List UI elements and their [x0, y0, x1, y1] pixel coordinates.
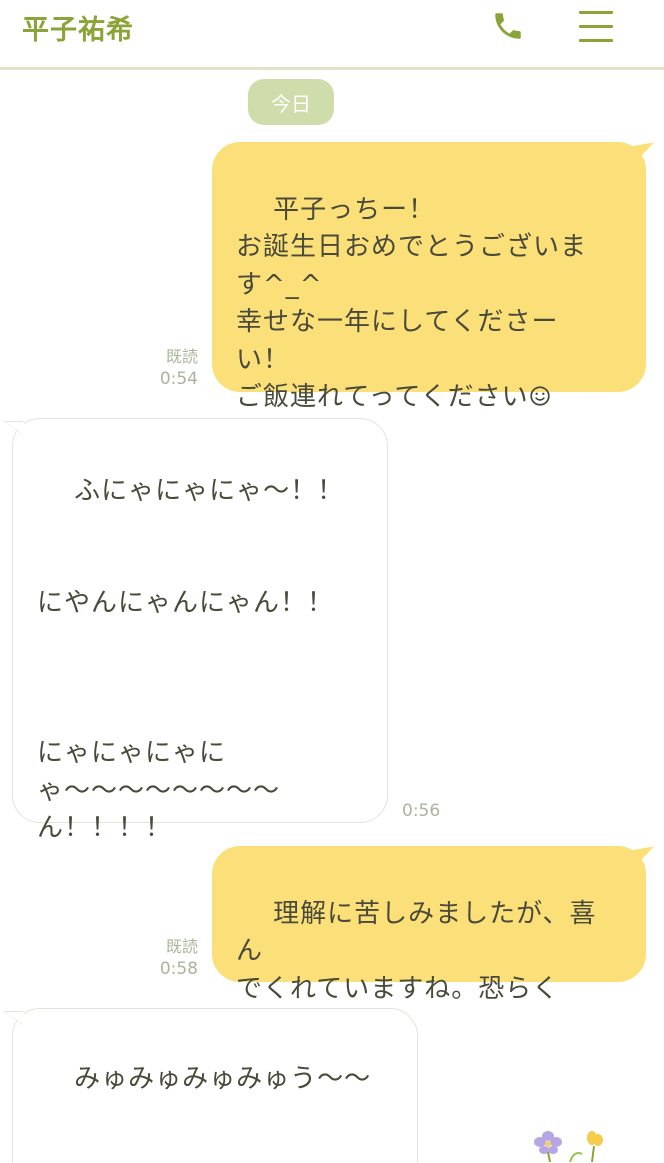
message-time: 0:54 — [159, 369, 198, 389]
read-status: 既読 0:58 — [150, 936, 198, 980]
message-text: ふにゃにゃにゃ〜！！ にやんにゃんにゃん！！ にゃにゃにゃに ゃ〜〜〜〜〜〜〜〜… — [37, 475, 345, 844]
flower-decoration-icon — [534, 1131, 603, 1162]
incoming-message[interactable]: ふにゃにゃにゃ〜！！ にやんにゃんにゃん！！ にゃにゃにゃに ゃ〜〜〜〜〜〜〜〜… — [3, 418, 388, 843]
outgoing-message[interactable]: 平子っちー！ お誕生日おめでとうございま す^_^ 幸せな一年にしてくださー い… — [212, 142, 646, 412]
message-time: 0:58 — [159, 959, 198, 979]
hamburger-menu-icon — [579, 39, 613, 42]
call-button[interactable] — [486, 6, 530, 46]
contact-name[interactable]: 平子祐希 — [22, 8, 134, 47]
date-separator: 今日 — [248, 79, 334, 125]
message-time: 0:56 — [402, 801, 441, 821]
phone-icon — [495, 13, 521, 39]
read-status: 既読 0:54 — [150, 346, 198, 390]
hamburger-menu-icon — [579, 25, 613, 28]
message-text: みゅみゅみゅみゅう〜〜 — [74, 1063, 372, 1094]
incoming-message[interactable]: みゅみゅみゅみゅう〜〜 — [3, 1008, 418, 1163]
menu-button[interactable] — [574, 8, 618, 44]
chat-header: 平子祐希 — [0, 0, 664, 73]
outgoing-message[interactable]: 理解に苦しみましたが、喜ん でくれていますね。恐らく — [212, 846, 646, 1043]
read-label: 既読 — [165, 937, 198, 956]
smiling-face-emoji — [529, 386, 550, 406]
message-list[interactable]: 今日 平子っちー！ お誕生日おめでとうございま す^_^ 幸せな一年にしてくださ… — [0, 70, 664, 1163]
hamburger-menu-icon — [579, 11, 613, 14]
message-text: 平子っちー！ お誕生日おめでとうございま す^_^ 幸せな一年にしてくださー い… — [236, 194, 588, 413]
message-text: 理解に苦しみましたが、喜ん でくれていますね。恐らく — [236, 898, 597, 1004]
read-label: 既読 — [165, 347, 198, 366]
